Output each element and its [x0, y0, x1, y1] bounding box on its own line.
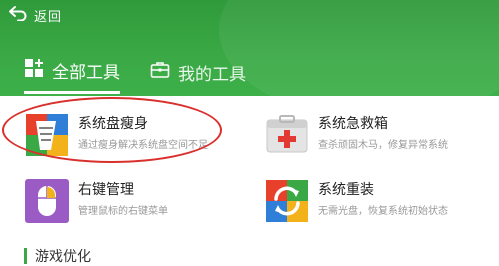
- header-decoration: [219, 0, 499, 96]
- tool-description: 无需光盘，恢复系统初始状态: [318, 206, 448, 217]
- tool-description: 查杀顽固木马，修复异常系统: [318, 140, 448, 151]
- back-button[interactable]: 返回: [8, 4, 62, 26]
- tab-bar: 全部工具 我的工具: [24, 58, 246, 94]
- tool-description: 通过瘦身解决系统盘空间不足: [78, 140, 208, 151]
- tool-right-click-manager[interactable]: 右键管理 管理鼠标的右键菜单: [24, 178, 254, 232]
- tab-my-tools[interactable]: 我的工具: [150, 58, 246, 94]
- tool-system-first-aid[interactable]: 系统急救箱 查杀顽固木马，修复异常系统: [264, 112, 494, 166]
- reinstall-icon: [264, 178, 310, 224]
- first-aid-kit-icon: [264, 112, 310, 158]
- tool-system-disk-slim[interactable]: 系统盘瘦身 通过瘦身解决系统盘空间不足: [24, 112, 254, 166]
- back-arrow-icon: [8, 5, 28, 25]
- section-marker: [24, 248, 27, 264]
- tab-all-tools-label: 全部工具: [52, 63, 120, 83]
- tab-all-tools[interactable]: 全部工具: [24, 58, 120, 94]
- disk-slim-icon: [24, 112, 70, 158]
- grid-plus-icon: [24, 58, 44, 83]
- back-label: 返回: [34, 9, 63, 25]
- toolbox-icon: [150, 61, 170, 84]
- section-title: 游戏优化: [35, 249, 91, 265]
- header: 返回 全部工具 我的工具: [0, 0, 499, 96]
- mouse-icon: [24, 178, 70, 224]
- tab-my-tools-label: 我的工具: [178, 64, 246, 85]
- tool-name: 系统盘瘦身: [78, 116, 148, 132]
- section-game-optimization: 游戏优化: [24, 246, 91, 266]
- tool-name: 右键管理: [78, 182, 134, 198]
- tool-system-reinstall[interactable]: 系统重装 无需光盘，恢复系统初始状态: [264, 178, 494, 232]
- tool-name: 系统重装: [318, 182, 374, 198]
- tool-description: 管理鼠标的右键菜单: [78, 206, 168, 217]
- tool-name: 系统急救箱: [318, 116, 388, 132]
